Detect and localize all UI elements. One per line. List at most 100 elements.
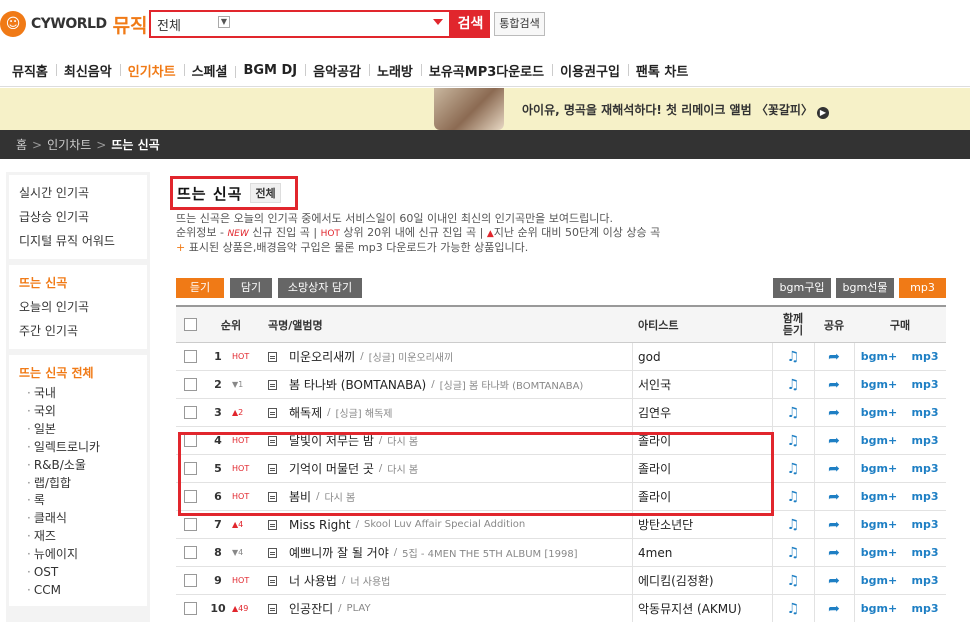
bgm-gift-button[interactable]: bgm선물 [836, 278, 894, 298]
share-arrow-icon[interactable]: ➦ [826, 573, 842, 589]
nav-special[interactable]: 스페셜 [183, 61, 236, 80]
mp3-buy-link[interactable]: mp3 [912, 350, 939, 363]
search-dropdown-icon[interactable] [433, 19, 443, 25]
row-checkbox[interactable] [183, 546, 197, 559]
sidebar-genre-newage[interactable]: 뉴에이지 [19, 546, 147, 564]
share-arrow-icon[interactable]: ➦ [826, 461, 842, 477]
nav-bgm-dj[interactable]: BGM DJ [235, 63, 305, 78]
sidebar-genre-domestic[interactable]: 국내 [19, 385, 147, 403]
mp3-buy-link[interactable]: mp3 [912, 406, 939, 419]
breadcrumb-home[interactable]: 홈 [16, 136, 27, 153]
breadcrumb-parent[interactable]: 인기차트 [47, 136, 91, 153]
song-title-link[interactable]: 인공잔디 [289, 600, 333, 617]
nav-buy-pass[interactable]: 이용권구입 [552, 61, 628, 80]
artist-link[interactable]: 방탄소년단 [638, 516, 693, 533]
album-link[interactable]: Skool Luv Affair Special Addition [364, 519, 525, 530]
bgm-buy-button[interactable]: bgm구입 [773, 278, 831, 298]
song-title-link[interactable]: 달빛이 저무는 밤 [289, 432, 374, 449]
song-title-link[interactable]: 봄 타나봐 (BOMTANABA) [289, 376, 426, 393]
song-info-icon[interactable] [268, 463, 277, 474]
row-checkbox[interactable] [183, 406, 197, 419]
select-chevron-down-icon[interactable]: ▼ [218, 16, 230, 28]
bgm-buy-link[interactable]: bgm+ [861, 434, 897, 447]
song-info-icon[interactable] [268, 379, 277, 390]
sidebar-genre-jazz[interactable]: 재즈 [19, 528, 147, 546]
row-checkbox[interactable] [183, 462, 197, 475]
row-checkbox[interactable] [183, 518, 197, 531]
sidebar-genre-hiphop[interactable]: 랩/힙합 [19, 475, 147, 493]
title-filter-all[interactable]: 전체 [250, 183, 281, 203]
artist-link[interactable]: god [638, 350, 661, 364]
listen-together-icon[interactable]: ♫ [785, 517, 801, 533]
nav-latest-music[interactable]: 최신음악 [55, 61, 120, 80]
mp3-buy-link[interactable]: mp3 [912, 574, 939, 587]
listen-together-icon[interactable]: ♫ [785, 405, 801, 421]
mp3-buy-link[interactable]: mp3 [912, 490, 939, 503]
listen-together-icon[interactable]: ♫ [785, 489, 801, 505]
nav-fantalk-chart[interactable]: 팬톡 차트 [627, 61, 696, 80]
bgm-buy-link[interactable]: bgm+ [861, 462, 897, 475]
listen-together-icon[interactable]: ♫ [785, 573, 801, 589]
artist-link[interactable]: 에디킴(김정환) [638, 572, 714, 589]
share-arrow-icon[interactable]: ➦ [826, 377, 842, 393]
album-link[interactable]: [싱글] 봄 타나봐 (BOMTANABA) [440, 377, 584, 392]
album-link[interactable]: 다시 봄 [387, 461, 418, 476]
row-checkbox[interactable] [183, 378, 197, 391]
song-title-link[interactable]: 미운오리새끼 [289, 348, 355, 365]
album-link[interactable]: 너 사용법 [350, 573, 390, 588]
listen-button[interactable]: 듣기 [176, 278, 224, 298]
album-link[interactable]: [싱글] 미운오리새끼 [369, 349, 454, 364]
artist-link[interactable]: 악동뮤지션 (AKMU) [638, 600, 742, 617]
artist-link[interactable]: 4men [638, 546, 672, 560]
add-to-wishlist-button[interactable]: 소망상자 담기 [278, 278, 362, 298]
sidebar-genre-rnb[interactable]: R&B/소울 [19, 457, 147, 475]
mp3-buy-button[interactable]: mp3 [899, 278, 946, 298]
sidebar-item-rising-new[interactable]: 뜨는 신곡 [19, 271, 147, 295]
sidebar-item-realtime[interactable]: 실시간 인기곡 [19, 181, 147, 205]
row-checkbox[interactable] [183, 490, 197, 503]
listen-together-icon[interactable]: ♫ [785, 433, 801, 449]
share-arrow-icon[interactable]: ➦ [826, 433, 842, 449]
bgm-buy-link[interactable]: bgm+ [861, 350, 897, 363]
sidebar-item-today[interactable]: 오늘의 인기곡 [19, 295, 147, 319]
song-info-icon[interactable] [268, 435, 277, 446]
album-link[interactable]: PLAY [347, 603, 371, 614]
song-info-icon[interactable] [268, 547, 277, 558]
song-info-icon[interactable] [268, 351, 277, 362]
mp3-buy-link[interactable]: mp3 [912, 462, 939, 475]
sidebar-item-rising[interactable]: 급상승 인기곡 [19, 205, 147, 229]
sidebar-genre-ost[interactable]: OST [19, 564, 147, 582]
album-link[interactable]: 다시 봄 [324, 489, 355, 504]
listen-together-icon[interactable]: ♫ [785, 461, 801, 477]
listen-together-icon[interactable]: ♫ [785, 349, 801, 365]
mp3-buy-link[interactable]: mp3 [912, 546, 939, 559]
song-info-icon[interactable] [268, 407, 277, 418]
nav-mp3-download[interactable]: 보유곡MP3다운로드 [420, 61, 552, 80]
sidebar-item-weekly[interactable]: 주간 인기곡 [19, 319, 147, 343]
bgm-buy-link[interactable]: bgm+ [861, 378, 897, 391]
sidebar-genre-ccm[interactable]: CCM [19, 582, 147, 600]
listen-together-icon[interactable]: ♫ [785, 601, 801, 617]
song-title-link[interactable]: 기억이 머물던 곳 [289, 460, 374, 477]
bgm-buy-link[interactable]: bgm+ [861, 602, 897, 615]
song-title-link[interactable]: 해독제 [289, 404, 322, 421]
sidebar-genre-classic[interactable]: 클래식 [19, 510, 147, 528]
nav-popular-chart[interactable]: 인기차트 [119, 61, 184, 80]
mp3-buy-link[interactable]: mp3 [912, 434, 939, 447]
cyworld-music-logo[interactable]: ☺ CYWORLD 뮤직 [0, 10, 148, 38]
total-search-button[interactable]: 통합검색 [494, 12, 545, 36]
nav-karaoke[interactable]: 노래방 [368, 61, 421, 80]
add-button[interactable]: 담기 [230, 278, 272, 298]
row-checkbox[interactable] [183, 350, 197, 363]
nav-music-home[interactable]: 뮤직홈 [4, 61, 56, 80]
album-link[interactable]: 5집 - 4MEN THE 5TH ALBUM [1998] [402, 545, 577, 560]
share-arrow-icon[interactable]: ➦ [826, 601, 842, 617]
song-title-link[interactable]: 너 사용법 [289, 572, 337, 589]
promo-banner[interactable]: 아이유, 명곡을 재해석하다! 첫 리메이크 앨범 〈꽃갈피〉 ▶ [0, 88, 970, 130]
share-arrow-icon[interactable]: ➦ [826, 545, 842, 561]
share-arrow-icon[interactable]: ➦ [826, 489, 842, 505]
search-button[interactable]: 검색 [451, 10, 490, 38]
song-info-icon[interactable] [268, 491, 277, 502]
mp3-buy-link[interactable]: mp3 [912, 602, 939, 615]
sidebar-item-rising-all[interactable]: 뜨는 신곡 전체 [19, 361, 147, 385]
